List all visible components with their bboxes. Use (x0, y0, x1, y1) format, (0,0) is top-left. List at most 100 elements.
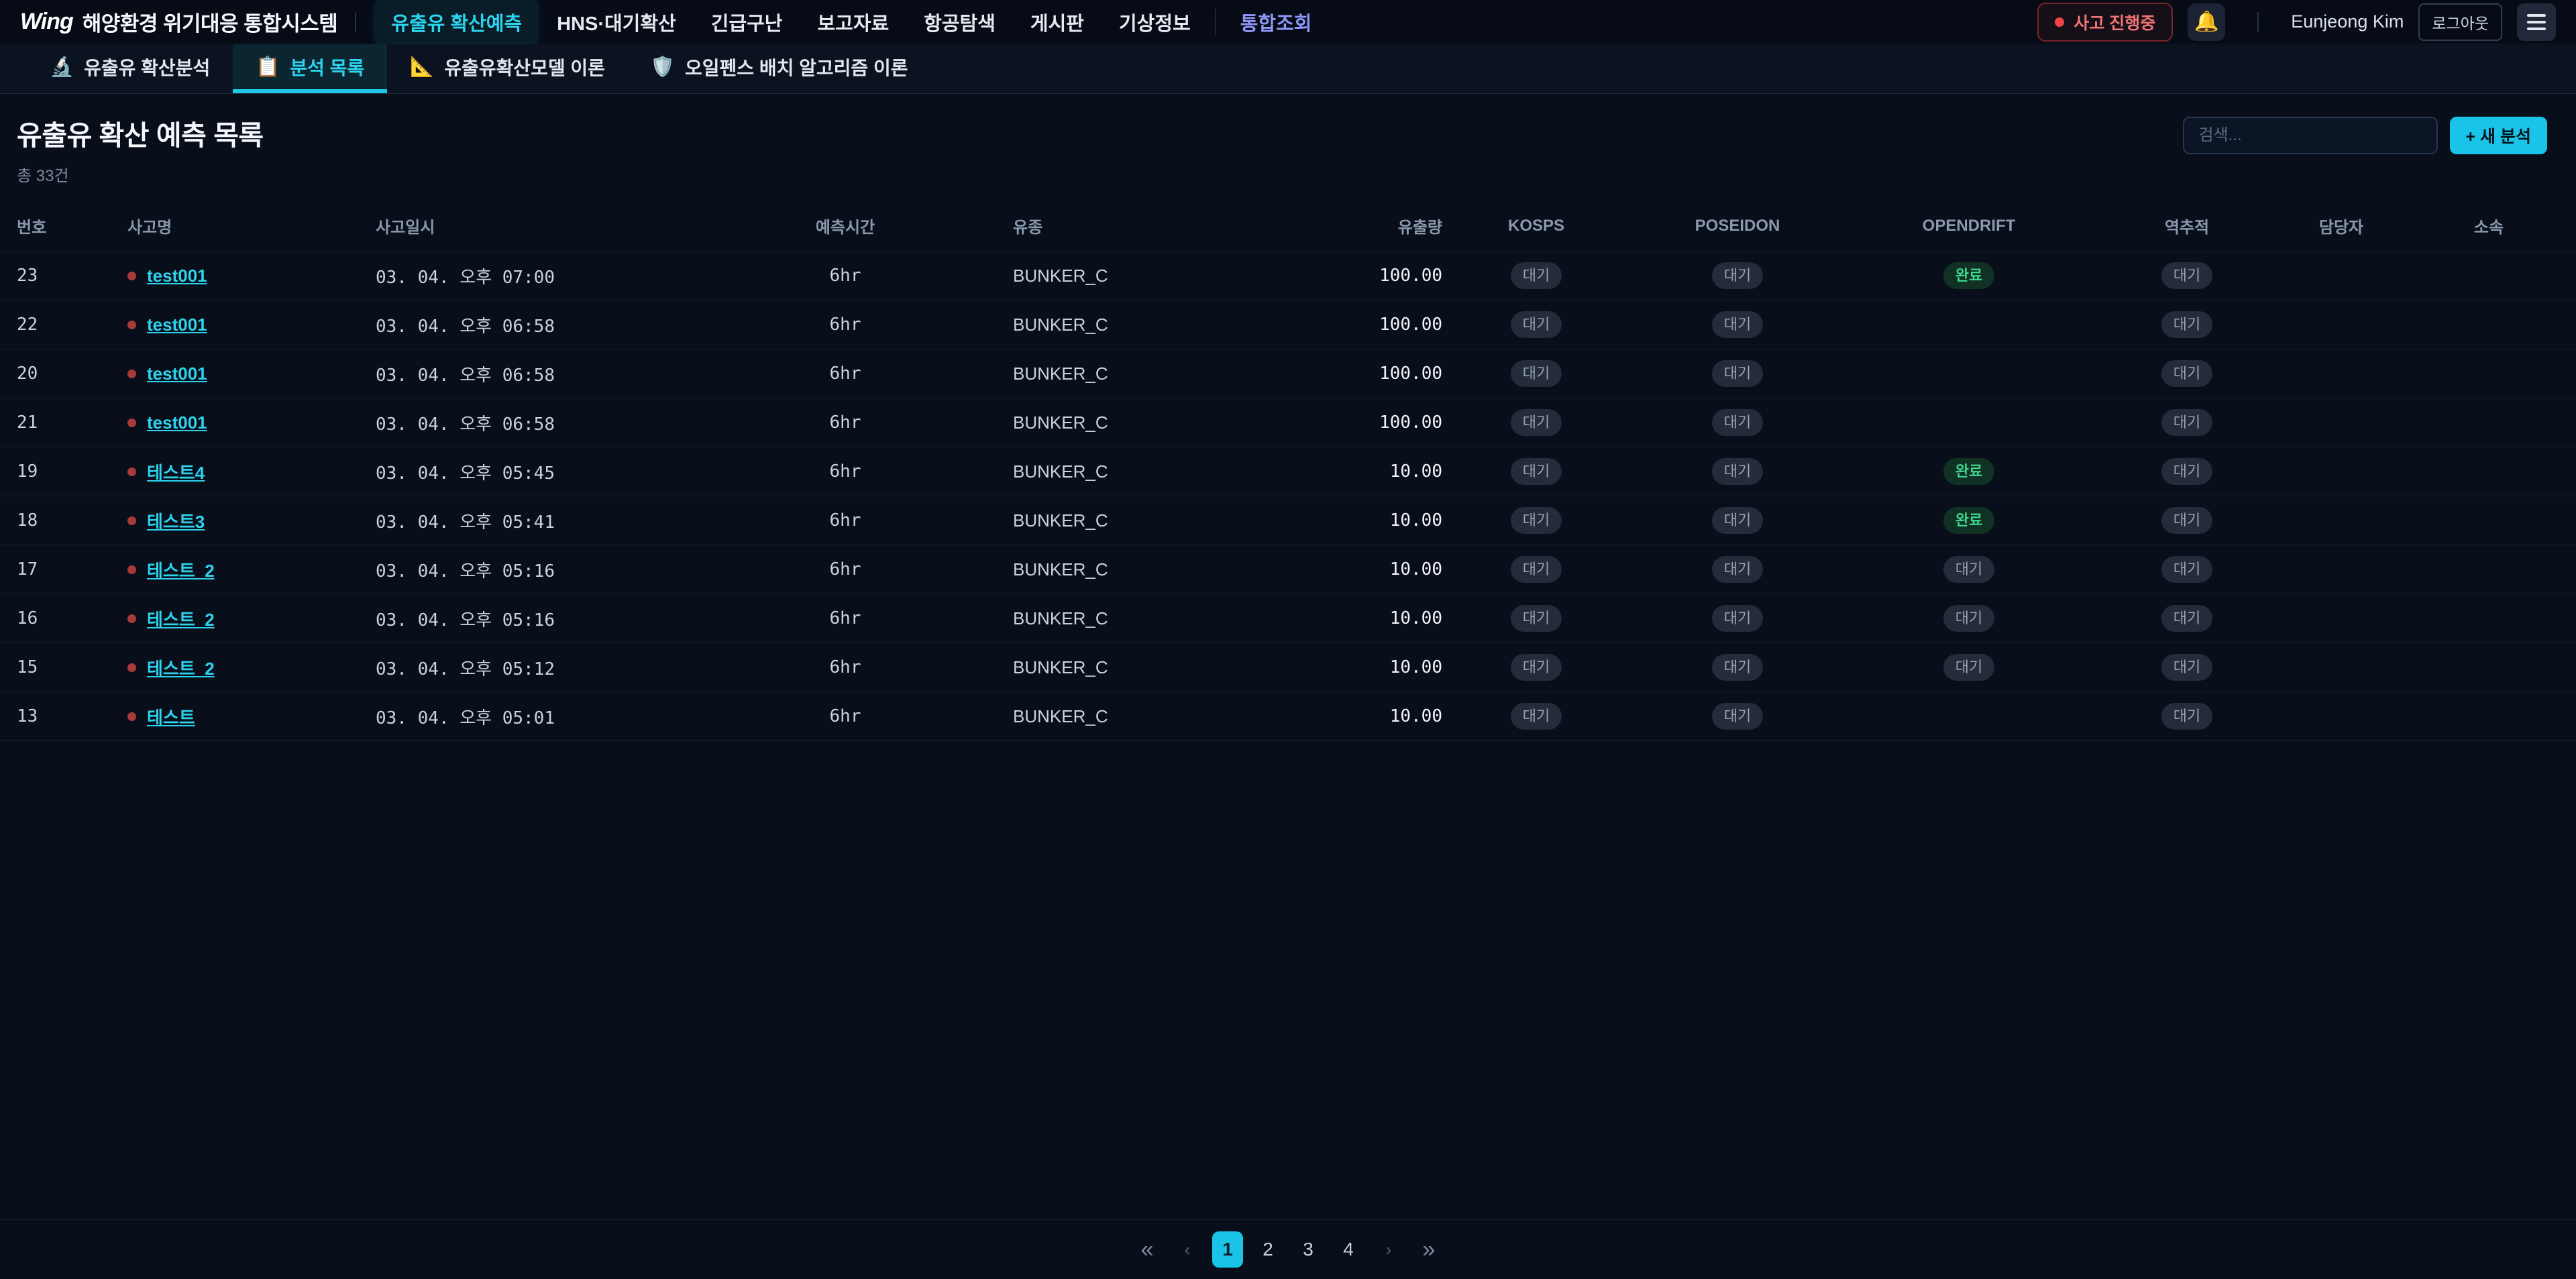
col-header-datetime: 사고일시 (376, 207, 785, 252)
pagination-last-button[interactable]: » (1413, 1231, 1444, 1268)
incident-link[interactable]: test001 (147, 266, 207, 286)
incident-link[interactable]: 테스트_2 (147, 606, 215, 631)
table-row: 16 테스트_2 03. 04. 오후 05:16 6hr BUNKER_C 1… (0, 594, 2576, 643)
tab-diffusion-model-theory[interactable]: 📐 유출유확산모델 이론 (387, 44, 628, 93)
cell-incident-name: 테스트 (127, 692, 376, 741)
incident-link[interactable]: 테스트 (147, 704, 195, 729)
incident-link[interactable]: test001 (147, 315, 207, 335)
cell-no: 15 (0, 643, 127, 692)
incident-status-dot-icon (127, 565, 136, 574)
cell-datetime: 03. 04. 오후 06:58 (376, 349, 785, 398)
nav-item-aerial-search[interactable]: 항공탐색 (906, 0, 1013, 44)
cell-poseidon-status: 대기 (1630, 252, 1845, 300)
cell-incident-name: test001 (127, 252, 376, 300)
cell-org (2402, 643, 2576, 692)
cell-org (2402, 545, 2576, 594)
incident-link[interactable]: 테스트4 (147, 459, 205, 484)
cell-no: 23 (0, 252, 127, 300)
incident-link[interactable]: 테스트_2 (147, 557, 215, 582)
cell-no: 22 (0, 300, 127, 349)
cell-backtrack-status: 대기 (2093, 398, 2281, 447)
tab-oil-fence-algorithm-theory[interactable]: 🛡️ 오일펜스 배치 알고리즘 이론 (628, 44, 931, 93)
cell-poseidon-status: 대기 (1630, 545, 1845, 594)
cell-backtrack-status: 대기 (2093, 447, 2281, 496)
notification-bell-button[interactable]: 🔔 (2188, 3, 2225, 41)
status-badge: 대기 (2161, 703, 2212, 730)
cell-amount: 100.00 (1342, 300, 1442, 349)
logout-button[interactable]: 로그아웃 (2418, 3, 2502, 41)
col-header-no: 번호 (0, 207, 127, 252)
status-badge: 대기 (1712, 458, 1763, 485)
cell-incident-name: 테스트_2 (127, 545, 376, 594)
incident-badge-label: 사고 진행중 (2074, 10, 2155, 34)
pagination-prev-button[interactable]: ‹ (1172, 1231, 1203, 1268)
col-header-backtrack: 역추적 (2093, 207, 2281, 252)
status-badge: 대기 (1511, 409, 1562, 436)
cell-opendrift-status: 완료 (1845, 447, 2093, 496)
cell-no: 19 (0, 447, 127, 496)
pagination-page-4[interactable]: 4 (1333, 1231, 1364, 1268)
incident-in-progress-badge[interactable]: 사고 진행중 (2037, 3, 2173, 42)
incident-link[interactable]: 테스트_2 (147, 655, 215, 680)
cell-oil-type: BUNKER_C (906, 594, 1342, 643)
main-nav: 유출유 확산예측 HNS·대기확산 긴급구난 보고자료 항공탐색 게시판 기상정… (374, 0, 1329, 44)
cell-no: 21 (0, 398, 127, 447)
cell-incident-name: 테스트_2 (127, 643, 376, 692)
nav-item-reports[interactable]: 보고자료 (800, 0, 906, 44)
cell-poseidon-status: 대기 (1630, 300, 1845, 349)
table-row: 23 test001 03. 04. 오후 07:00 6hr BUNKER_C… (0, 252, 2576, 300)
status-badge: 대기 (1943, 654, 1994, 681)
table-row: 19 테스트4 03. 04. 오후 05:45 6hr BUNKER_C 10… (0, 447, 2576, 496)
table-row: 13 테스트 03. 04. 오후 05:01 6hr BUNKER_C 10.… (0, 692, 2576, 741)
incident-link[interactable]: test001 (147, 412, 207, 433)
cell-opendrift-status: 대기 (1845, 643, 2093, 692)
cell-manager (2281, 447, 2402, 496)
cell-backtrack-status: 대기 (2093, 300, 2281, 349)
tab-oil-spill-analysis[interactable]: 🔬 유출유 확산분석 (27, 44, 233, 93)
cell-incident-name: 테스트_2 (127, 594, 376, 643)
cell-poseidon-status: 대기 (1630, 398, 1845, 447)
search-input[interactable] (2183, 117, 2438, 154)
col-header-poseidon: POSEIDON (1630, 207, 1845, 252)
cell-manager (2281, 643, 2402, 692)
pagination-first-button[interactable]: « (1132, 1231, 1163, 1268)
cell-opendrift-status: 대기 (1845, 594, 2093, 643)
cell-duration: 6hr (785, 398, 906, 447)
cell-kosps-status: 대기 (1442, 398, 1630, 447)
nav-item-integrated-search[interactable]: 통합조회 (1223, 0, 1330, 44)
pagination-page-1[interactable]: 1 (1212, 1231, 1243, 1268)
tab-label: 분석 목록 (290, 54, 364, 80)
nav-item-hns-atmospheric[interactable]: HNS·대기확산 (539, 0, 694, 44)
cell-oil-type: BUNKER_C (906, 447, 1342, 496)
cell-kosps-status: 대기 (1442, 692, 1630, 741)
status-badge: 대기 (2161, 262, 2212, 289)
cell-datetime: 03. 04. 오후 06:58 (376, 300, 785, 349)
cell-oil-type: BUNKER_C (906, 349, 1342, 398)
nav-item-emergency-rescue[interactable]: 긴급구난 (694, 0, 800, 44)
cell-datetime: 03. 04. 오후 05:41 (376, 496, 785, 545)
pagination-page-2[interactable]: 2 (1252, 1231, 1283, 1268)
incident-link[interactable]: test001 (147, 364, 207, 384)
cell-oil-type: BUNKER_C (906, 643, 1342, 692)
nav-item-board[interactable]: 게시판 (1013, 0, 1102, 44)
cell-opendrift-status (1845, 692, 2093, 741)
cell-kosps-status: 대기 (1442, 594, 1630, 643)
tab-analysis-list[interactable]: 📋 분석 목록 (233, 44, 387, 93)
new-analysis-button[interactable]: + 새 분석 (2450, 117, 2548, 154)
sub-tabbar: 🔬 유출유 확산분석 📋 분석 목록 📐 유출유확산모델 이론 🛡️ 오일펜스 … (0, 44, 2576, 94)
cell-manager (2281, 349, 2402, 398)
cell-incident-name: 테스트4 (127, 447, 376, 496)
incident-link[interactable]: 테스트3 (147, 508, 205, 533)
wing-logo-icon: Wing (20, 9, 73, 35)
hamburger-menu-button[interactable] (2517, 3, 2556, 41)
cell-manager (2281, 594, 2402, 643)
nav-item-weather[interactable]: 기상정보 (1102, 0, 1208, 44)
pagination-next-button[interactable]: › (1373, 1231, 1404, 1268)
cell-duration: 6hr (785, 545, 906, 594)
pagination-page-3[interactable]: 3 (1293, 1231, 1324, 1268)
status-badge: 대기 (1712, 360, 1763, 387)
status-badge: 대기 (1511, 654, 1562, 681)
analysis-table-body: 23 test001 03. 04. 오후 07:00 6hr BUNKER_C… (0, 252, 2576, 741)
cell-duration: 6hr (785, 300, 906, 349)
nav-item-oil-spill-prediction[interactable]: 유출유 확산예측 (374, 0, 539, 44)
